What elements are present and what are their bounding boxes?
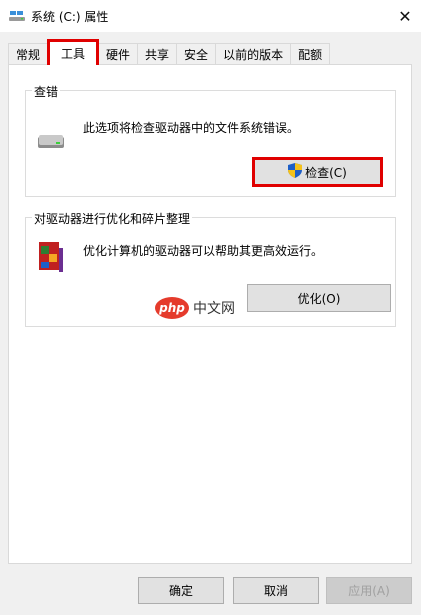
check-button[interactable]: 检查(C): [252, 157, 383, 187]
close-button[interactable]: ✕: [389, 0, 421, 32]
tab-strip: 常规 工具 硬件 共享 安全 以前的版本 配额: [8, 39, 331, 65]
optimize-button[interactable]: 优化(O): [247, 284, 391, 312]
defrag-icon: [37, 240, 65, 277]
drive-icon: [9, 10, 25, 22]
uac-shield-icon: [288, 163, 303, 181]
tab-sharing[interactable]: 共享: [137, 43, 178, 65]
tab-previous-versions[interactable]: 以前的版本: [215, 43, 292, 65]
tab-quota[interactable]: 配额: [290, 43, 331, 65]
optimize-group-label: 对驱动器进行优化和碎片整理: [32, 210, 193, 227]
tab-general[interactable]: 常规: [8, 43, 49, 65]
apply-button[interactable]: 应用(A): [326, 577, 412, 604]
ok-button[interactable]: 确定: [138, 577, 224, 604]
check-group-label: 查错: [32, 83, 61, 100]
tab-hardware[interactable]: 硬件: [98, 43, 139, 65]
php-logo: php: [155, 297, 189, 319]
ok-button-label: 确定: [168, 584, 193, 598]
cancel-button-label: 取消: [263, 584, 288, 598]
window-title: 系统 (C:) 属性: [31, 10, 109, 24]
watermark-text: 中文网: [193, 301, 235, 317]
optimize-description: 优化计算机的驱动器可以帮助其更高效运行。: [83, 244, 324, 258]
watermark: php 中文网: [155, 297, 235, 319]
tab-security[interactable]: 安全: [176, 43, 217, 65]
tab-tools[interactable]: 工具: [47, 39, 100, 65]
title-bar: 系统 (C:) 属性 ✕: [0, 0, 421, 32]
check-description: 此选项将检查驱动器中的文件系统错误。: [83, 121, 300, 135]
drive-icon: [38, 135, 64, 152]
check-group: 查错 此选项将检查驱动器中的文件系统错误。 检查(C): [25, 83, 396, 197]
apply-button-label: 应用(A): [348, 584, 390, 598]
optimize-button-label: 优化(O): [297, 291, 341, 306]
check-button-label: 检查(C): [305, 165, 347, 180]
cancel-button[interactable]: 取消: [233, 577, 319, 604]
close-icon: ✕: [398, 6, 412, 26]
